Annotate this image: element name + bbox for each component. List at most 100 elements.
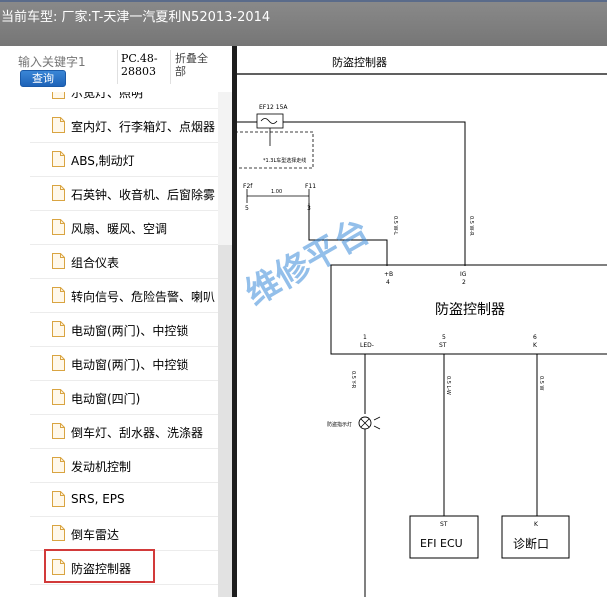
document-icon xyxy=(52,151,65,167)
search-button[interactable]: 查询 xyxy=(20,70,66,87)
wiring-diagram: 防盗控制器 EF12 15A *1.3L车型选择走线 F2f 5 F11 3 1… xyxy=(234,46,607,597)
tree-item[interactable]: 转向信号、危险告警、喇叭 xyxy=(52,282,218,310)
tree-item[interactable]: 电动窗(四门) xyxy=(52,384,218,412)
tree-item[interactable]: 组合仪表 xyxy=(52,248,218,276)
tree-item-separator xyxy=(30,312,218,313)
tree-item-label: 组合仪表 xyxy=(71,256,120,270)
efi-ecu-label: EFI ECU xyxy=(420,537,463,550)
bridge-wire-spec: 1.00 xyxy=(271,189,282,195)
pin-led-label: LED- xyxy=(360,342,374,349)
toolbar-separator xyxy=(170,50,171,84)
tree-item[interactable]: 室内灯、行李箱灯、点烟器 xyxy=(52,112,218,140)
search-input[interactable] xyxy=(16,54,120,70)
tree-item-separator xyxy=(30,210,218,211)
document-icon xyxy=(52,457,65,473)
tree-item[interactable]: 发动机控制 xyxy=(52,452,218,480)
title-bar: 当前车型: 厂家:T-天津一汽夏利N52013-2014 xyxy=(0,0,607,46)
diagnostic-port-label: 诊断口 xyxy=(513,536,549,551)
tree-item[interactable]: 倒车灯、刮水器、洗涤器 xyxy=(52,418,218,446)
pin-b-number: 4 xyxy=(386,279,390,286)
tree-item-separator xyxy=(30,346,218,347)
watermark: 维修平台 xyxy=(239,211,377,314)
pin-st-label: ST xyxy=(439,342,447,349)
tree-item[interactable]: 示宽灯、照明 xyxy=(52,92,218,106)
pin-ig-number: 2 xyxy=(462,279,466,286)
tree-item-label: 转向信号、危险告警、喇叭 xyxy=(71,290,216,304)
window-title: 当前车型: 厂家:T-天津一汽夏利N52013-2014 xyxy=(1,10,271,25)
pin-ig-label: IG xyxy=(460,271,467,278)
tree-item[interactable]: 风扇、暖风、空调 xyxy=(52,214,218,242)
tree-scrollbar-thumb[interactable] xyxy=(218,245,232,597)
document-icon xyxy=(52,491,65,507)
top-accent-line xyxy=(0,0,607,2)
left-connector-label: F2f xyxy=(243,183,253,190)
led-wire-spec: 0.5 Y-R xyxy=(350,371,356,389)
tree-item-label: 倒车灯、刮水器、洗涤器 xyxy=(71,426,204,440)
tree-item-label: SRS, EPS xyxy=(71,492,125,506)
document-icon xyxy=(52,253,65,269)
tree-item-label: 倒车雷达 xyxy=(71,528,120,542)
tree-item-label: 电动窗(四门) xyxy=(71,392,141,406)
tree-item-label: 示宽灯、照明 xyxy=(71,92,144,100)
tree-item-label: 发动机控制 xyxy=(71,460,132,474)
tree-item-separator xyxy=(30,448,218,449)
toolbar-separator xyxy=(117,50,118,84)
left-connector-pin: 5 xyxy=(245,205,249,212)
tree-item-label: 石英钟、收音机、后窗除雾 xyxy=(71,188,216,202)
tree-item-label: 电动窗(两门)、中控锁 xyxy=(71,358,189,372)
pc-code-label: PC.48-28803 xyxy=(121,52,158,78)
pin-b-label: +B xyxy=(384,271,393,278)
fold-all-button[interactable]: 折叠全部 xyxy=(175,52,217,80)
tree-item-separator xyxy=(30,176,218,177)
document-icon xyxy=(52,525,65,541)
pin-led-number: 1 xyxy=(363,334,367,341)
tree-item-separator xyxy=(30,380,218,381)
tree-item-separator xyxy=(30,142,218,143)
controller-label: 防盗控制器 xyxy=(435,302,505,318)
tree-item-label: 电动窗(两门)、中控锁 xyxy=(71,324,189,338)
st-wire-spec: 0.5 L-W xyxy=(445,376,451,395)
tree-item-label: ABS,制动灯 xyxy=(71,154,135,168)
pin-k-number: 6 xyxy=(533,334,537,341)
fuse-box xyxy=(256,113,284,129)
k-wire-spec: 0.5 W xyxy=(538,376,544,391)
diagram-title: 防盗控制器 xyxy=(332,55,387,69)
tree-item[interactable]: 电动窗(两门)、中控锁 xyxy=(52,350,218,378)
tree-item[interactable]: 电动窗(两门)、中控锁 xyxy=(52,316,218,344)
tree-item[interactable]: SRS, EPS xyxy=(52,486,218,514)
pin-st-number: 5 xyxy=(442,334,446,341)
tree-item-separator xyxy=(30,244,218,245)
fuse-label: EF12 15A xyxy=(259,104,288,111)
document-icon xyxy=(52,185,65,201)
pin-k-label: K xyxy=(533,342,538,349)
document-icon xyxy=(52,389,65,405)
tree-item[interactable]: ABS,制动灯 xyxy=(52,146,218,174)
optional-wiring-note: *1.3L车型选择走线 xyxy=(263,157,306,164)
mid-connector-label: F11 xyxy=(305,183,316,190)
document-icon xyxy=(52,92,65,99)
wiring-diagram-svg: 防盗控制器 EF12 15A *1.3L车型选择走线 F2f 5 F11 3 1… xyxy=(234,55,607,597)
tree-item-separator xyxy=(30,278,218,279)
document-icon xyxy=(52,219,65,235)
tree-item-separator xyxy=(30,108,218,109)
ig-wire-spec: 0.5 W-R xyxy=(468,216,474,236)
tree-item[interactable]: 石英钟、收音机、后窗除雾 xyxy=(52,180,218,208)
tree-item-label: 风扇、暖风、空调 xyxy=(71,222,168,236)
indicator-label: 防盗指示灯 xyxy=(327,421,352,428)
tree-item-separator xyxy=(30,584,218,585)
b-plus-wire-spec: 0.5 W-L xyxy=(392,216,398,235)
document-icon xyxy=(52,355,65,371)
tree-item-label: 室内灯、行李箱灯、点烟器 xyxy=(71,120,216,134)
document-icon xyxy=(52,287,65,303)
tree-item-separator xyxy=(30,482,218,483)
tree-item-separator xyxy=(30,414,218,415)
document-icon xyxy=(52,321,65,337)
indicator-rays-icon xyxy=(373,416,381,430)
circuit-tree: 示宽灯、照明室内灯、行李箱灯、点烟器 ABS,制动灯石英钟、收音机、后窗除雾 风扇、… xyxy=(0,92,218,597)
document-icon xyxy=(52,423,65,439)
tree-item[interactable]: 倒车雷达 xyxy=(52,520,218,548)
selected-item-highlight xyxy=(44,549,155,583)
tree-item-separator xyxy=(30,516,218,517)
efi-ecu-pin: ST xyxy=(440,521,448,528)
document-icon xyxy=(52,117,65,133)
